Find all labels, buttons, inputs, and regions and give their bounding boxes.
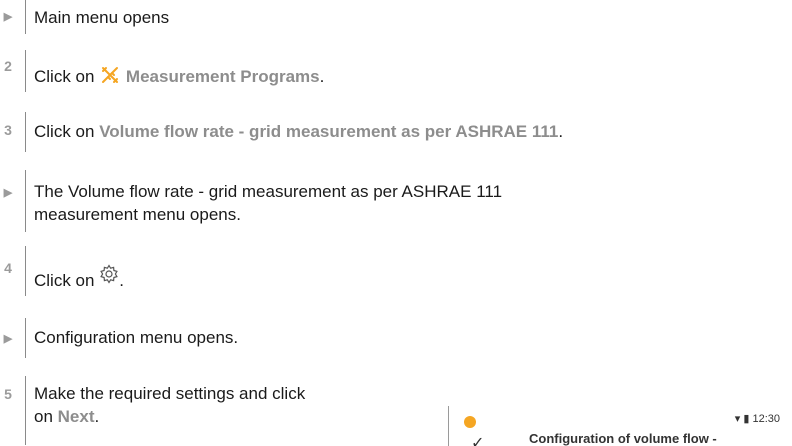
step-divider	[25, 0, 26, 34]
step-divider	[25, 318, 26, 358]
screen-title: Configuration of volume flow -	[529, 431, 717, 446]
volume-flow-grid-link[interactable]: Volume flow rate - grid measurement as p…	[99, 122, 558, 141]
measurement-programs-icon[interactable]	[99, 64, 121, 92]
result-arrow-icon: ▶	[3, 333, 13, 345]
gear-icon[interactable]	[99, 264, 119, 290]
step-text-line-1: Make the required settings and click	[34, 384, 306, 403]
step-suffix: .	[94, 407, 100, 426]
step-text: Click on Measurement Programs.	[34, 64, 324, 92]
step-divider	[25, 112, 26, 152]
step-number: 5	[4, 386, 12, 402]
step-text-line-2: on Next.	[34, 405, 99, 428]
step-number: 3	[4, 122, 12, 138]
step-text: Click on Volume flow rate - grid measure…	[34, 120, 563, 143]
result-arrow-icon: ▶	[3, 11, 13, 23]
step-text: Configuration menu opens.	[34, 328, 239, 347]
step-text-line-1: The Volume flow rate - grid measurement …	[34, 182, 503, 201]
status-bar: ▾ ▮ 12:30	[734, 413, 780, 425]
step-number: 4	[4, 260, 12, 276]
step-prefix: Click on	[34, 271, 100, 290]
device-screen-preview: ▾ ▮ 12:30 ✓ Configuration of volume flow…	[448, 406, 792, 446]
step-divider	[25, 170, 26, 232]
step-text: Main menu opens	[34, 8, 170, 27]
step-number: 2	[4, 58, 12, 74]
step-divider	[25, 376, 26, 445]
result-arrow-icon: ▶	[3, 187, 13, 199]
step-text: Click on .	[34, 264, 124, 292]
measurement-programs-link[interactable]: Measurement Programs	[126, 67, 320, 86]
confirm-icon[interactable]: ✓	[471, 433, 484, 446]
step-prefix: on	[34, 407, 58, 426]
testo-logo-icon	[464, 416, 476, 428]
step-suffix: .	[558, 122, 564, 141]
step-prefix: Click on	[34, 122, 100, 141]
step-prefix: Click on	[34, 67, 100, 86]
next-link[interactable]: Next	[58, 407, 95, 426]
step-text-line-2: measurement menu opens.	[34, 205, 241, 224]
step-divider	[25, 50, 26, 92]
step-suffix: .	[119, 271, 124, 290]
step-divider	[25, 246, 26, 296]
step-suffix: .	[319, 67, 325, 86]
